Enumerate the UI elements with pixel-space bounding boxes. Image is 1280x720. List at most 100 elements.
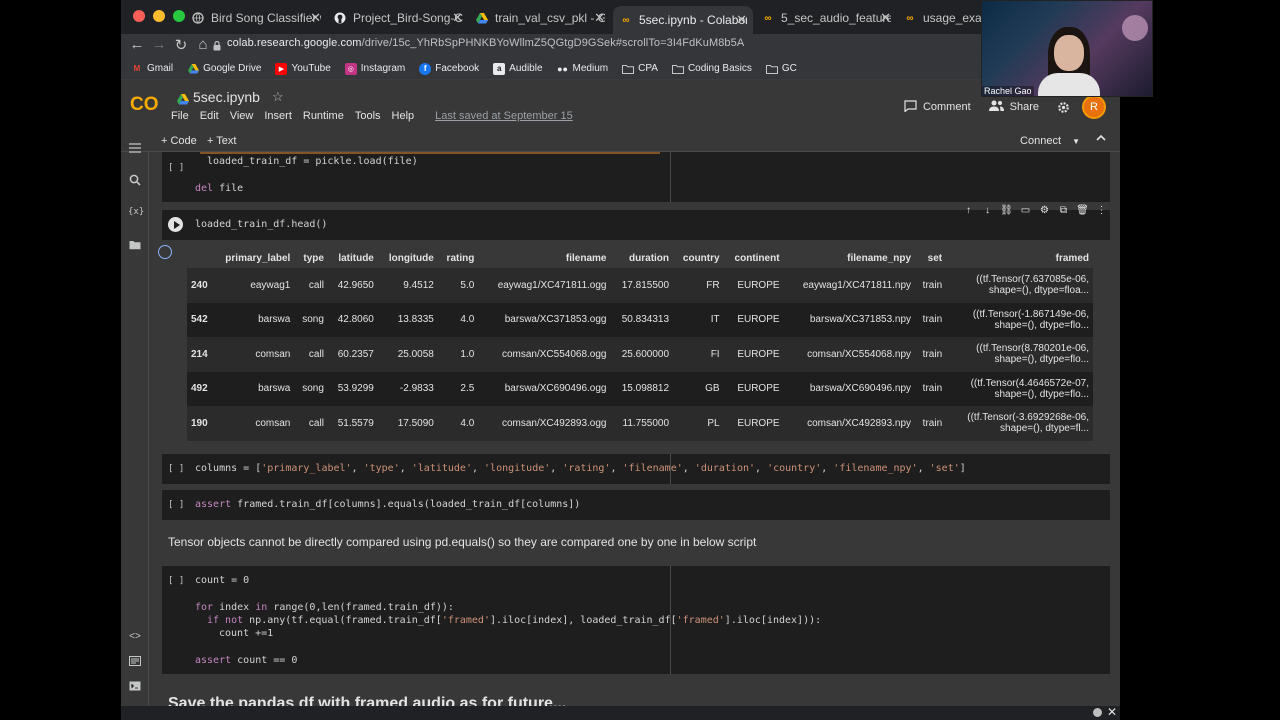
browser-tab-bird-song-classifier[interactable]: Bird Song Classifier wit ✕	[185, 6, 327, 30]
close-icon[interactable]: ✕	[880, 10, 891, 26]
cell-run-bracket[interactable]: [ ]	[168, 576, 184, 586]
output-actions-icon[interactable]	[158, 245, 172, 259]
table-cell: call	[294, 268, 328, 303]
star-icon[interactable]: ☆	[272, 89, 284, 105]
move-up-icon[interactable]: ↑	[962, 204, 975, 217]
code-line[interactable]: for index in range(0,len(framed.train_df…	[195, 602, 454, 613]
table-cell: song	[294, 302, 328, 337]
dataframe-output-table: primary_label type latitude longitude ra…	[187, 248, 1093, 441]
browser-tab-train-val[interactable]: train_val_csv_pkl - Goo ✕	[469, 6, 611, 30]
delete-icon[interactable]: 🗑	[1076, 204, 1089, 217]
move-down-icon[interactable]: ↓	[981, 204, 994, 217]
close-icon[interactable]: ✕	[1107, 705, 1117, 719]
close-icon[interactable]: ✕	[594, 10, 605, 26]
bookmark-gmail[interactable]: M Gmail	[131, 63, 173, 75]
code-line[interactable]: count +=1	[219, 628, 273, 639]
menu-edit[interactable]: Edit	[200, 110, 219, 122]
code-cell-pickle-load[interactable]: [ ] loaded_train_df = pickle.load(file) …	[162, 152, 1110, 202]
close-window-button[interactable]	[133, 10, 145, 22]
close-icon[interactable]: ✕	[310, 10, 321, 26]
bookmarks-bar: M Gmail Google Drive ▶ YouTube ◎ Instagram …	[121, 58, 1120, 80]
cell-run-bracket[interactable]: [ ]	[168, 163, 184, 173]
more-options-icon[interactable]: ⋮	[1095, 204, 1108, 217]
code-cell-assert-equals[interactable]: [ ] assert framed.train_df[columns].equa…	[162, 490, 1110, 520]
gear-icon[interactable]: ⚙	[1038, 204, 1051, 217]
bookmark-gc[interactable]: GC	[765, 63, 797, 75]
close-icon[interactable]: ✕	[452, 10, 463, 26]
bookmark-google-drive[interactable]: Google Drive	[187, 63, 261, 75]
browser-tab-5sec-active[interactable]: ∞ 5sec.ipynb - Colaborato ✕	[613, 6, 753, 34]
table-cell: 2.5	[437, 371, 479, 406]
bookmark-cpa[interactable]: CPA	[622, 63, 658, 75]
avatar[interactable]: R	[1084, 97, 1104, 117]
add-code-button[interactable]: + Code	[161, 135, 197, 147]
mirror-cell-icon[interactable]: ⧉	[1057, 204, 1070, 217]
bookmark-facebook[interactable]: f Facebook	[419, 62, 479, 75]
cell-run-bracket[interactable]: [ ]	[168, 464, 184, 474]
gear-icon[interactable]	[1057, 101, 1070, 114]
bookmark-youtube[interactable]: ▶ YouTube	[275, 62, 331, 75]
close-icon[interactable]: ✕	[736, 12, 747, 28]
chevron-up-icon[interactable]	[1096, 133, 1106, 145]
table-cell: 5.0	[437, 268, 479, 303]
folder-icon	[622, 63, 635, 75]
notebook-title-text[interactable]: 5sec.ipynb	[193, 89, 260, 105]
browser-tab-5-sec-audio-features[interactable]: ∞ 5_sec_audio_features_ ✕	[755, 6, 897, 30]
bookmark-audible[interactable]: a Audible	[493, 62, 543, 75]
back-arrow-icon[interactable]: ←	[127, 36, 147, 53]
search-icon[interactable]	[128, 174, 142, 188]
cell-run-bracket[interactable]: [ ]	[168, 500, 184, 510]
comment-icon[interactable]: ▭	[1019, 204, 1032, 217]
table-header-cell: duration	[629, 252, 670, 264]
last-saved-link[interactable]: Last saved at September 15	[435, 110, 573, 122]
forward-arrow-icon[interactable]: →	[149, 36, 169, 53]
code-line[interactable]: columns = ['primary_label', 'type', 'lat…	[195, 463, 966, 474]
connect-button[interactable]: Connect ▼	[1020, 135, 1080, 147]
code-cell-columns[interactable]: [ ] columns = ['primary_label', 'type', …	[162, 454, 1110, 484]
address-bar[interactable]: colab.research.google.com/drive/15c_YhRb…	[227, 37, 744, 49]
menu-file[interactable]: File	[171, 110, 189, 122]
bookmark-instagram[interactable]: ◎ Instagram	[344, 62, 405, 75]
bookmark-medium[interactable]: ●● Medium	[557, 63, 608, 75]
code-line[interactable]: assert count == 0	[195, 655, 297, 666]
browser-window: Bird Song Classifier wit ✕ Project_Bird-…	[121, 0, 1120, 720]
share-button[interactable]: Share	[988, 100, 1039, 114]
run-cell-button[interactable]	[168, 217, 183, 232]
maximize-window-button[interactable]	[173, 10, 185, 22]
menu-tools[interactable]: Tools	[355, 110, 381, 122]
variables-icon[interactable]: {x}	[128, 207, 144, 221]
code-snippets-icon[interactable]: <>	[128, 631, 142, 645]
menu-help[interactable]: Help	[392, 110, 415, 122]
link-icon[interactable]: ⛓	[1000, 204, 1013, 217]
add-text-button[interactable]: + Text	[207, 135, 236, 147]
folder-icon[interactable]	[128, 240, 142, 254]
table-cell: 51.5579	[327, 406, 378, 441]
table-row: 492 barswa song 53.9299 -2.9833 2.5 bars…	[187, 371, 1093, 406]
browser-tab-github[interactable]: Project_Bird-Song-Clas ✕	[327, 6, 469, 30]
menu-view[interactable]: View	[230, 110, 254, 122]
code-line[interactable]: assert framed.train_df[columns].equals(l…	[195, 499, 580, 510]
code-line[interactable]: count = 0	[195, 575, 249, 586]
home-icon[interactable]: ⌂	[193, 36, 213, 53]
facebook-icon: f	[419, 62, 432, 75]
comment-button[interactable]: Comment	[904, 99, 971, 115]
menu-runtime[interactable]: Runtime	[303, 110, 344, 122]
code-line[interactable]: loaded_train_df.head()	[195, 219, 327, 230]
reload-icon[interactable]: ↻	[171, 36, 191, 54]
code-line[interactable]: del file	[195, 183, 243, 194]
code-line[interactable]: if not np.any(tf.equal(framed.train_df['…	[207, 615, 821, 626]
table-cell: EUROPE	[723, 268, 784, 303]
colab-logo[interactable]: CO	[129, 92, 159, 115]
share-people-icon	[988, 100, 1004, 114]
table-cell: FR	[673, 268, 724, 303]
notebook-title[interactable]: 5sec.ipynb ☆	[177, 89, 284, 105]
minimize-window-button[interactable]	[153, 10, 165, 22]
command-palette-icon[interactable]	[128, 656, 142, 670]
bookmark-coding-basics[interactable]: Coding Basics	[671, 63, 752, 75]
terminal-icon[interactable]	[128, 681, 142, 695]
code-line[interactable]: loaded_train_df = pickle.load(file)	[207, 156, 418, 167]
table-of-contents-icon[interactable]	[128, 143, 142, 157]
cell-toolbar: ↑ ↓ ⛓ ▭ ⚙ ⧉ 🗑 ⋮	[962, 204, 1108, 217]
menu-insert[interactable]: Insert	[264, 110, 292, 122]
code-cell-compare-loop[interactable]: [ ] count = 0 for index in range(0,len(f…	[162, 566, 1110, 674]
